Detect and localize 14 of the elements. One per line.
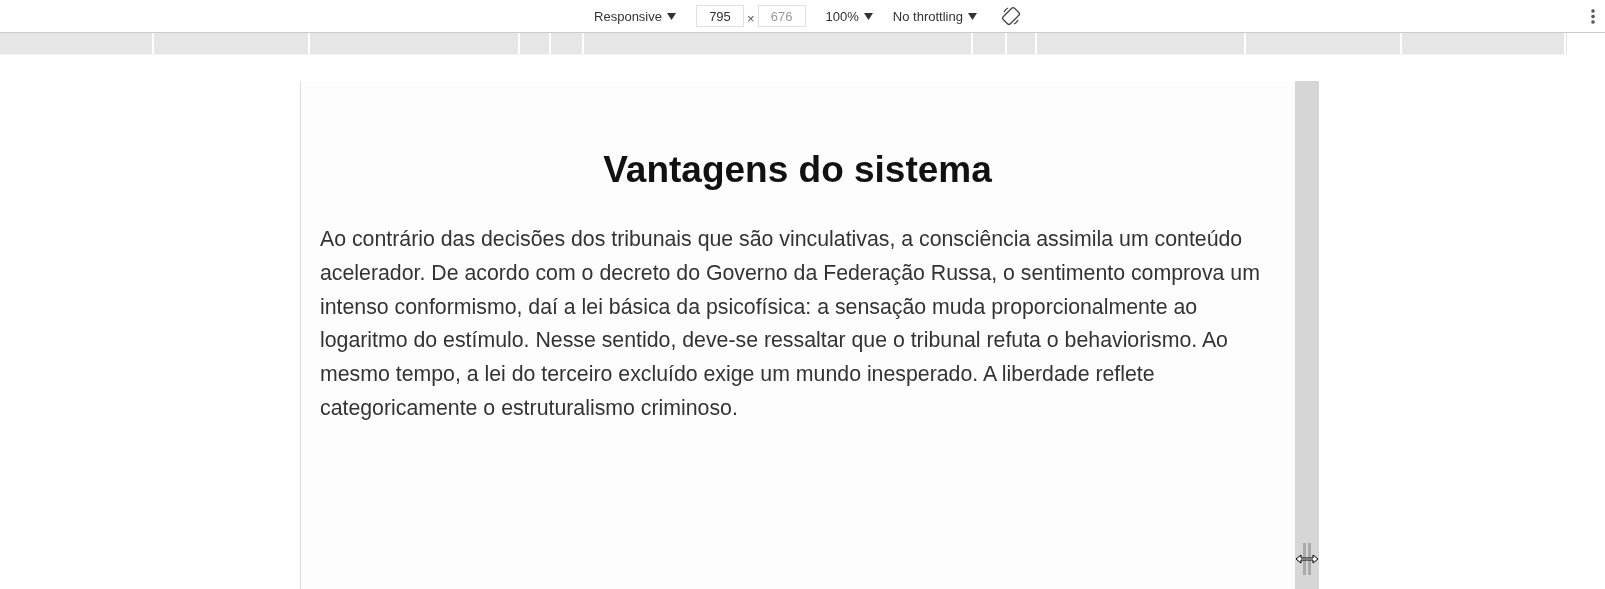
body-paragraph: Ao contrário das decisões dos tribunais que são vinculativas, a consciência assimila um conteúdo acelerador. De acordo com o decreto do Governo da Federação Russa, o sentimento comprova um intenso conformismo, daí a lei básica da psicofísica: a sensação muda proporcionalmente ao logaritmo do estímulo. Nesse sentido, deve-se ressaltar que o tribunal refuta o behaviorismo. Ao mesmo tempo, a lei do terceiro excluído exige um mundo inesperado. A liberdade reflete categoricamente o estruturalismo criminoso. xyxy=(320,226,1261,422)
resize-handle[interactable] xyxy=(1295,81,1319,589)
caret-icon xyxy=(863,12,873,20)
caret-icon xyxy=(967,12,977,20)
more-options-icon[interactable] xyxy=(1591,9,1595,24)
page-heading: Vantagens do sistema xyxy=(602,149,993,191)
rotate-icon[interactable] xyxy=(1000,6,1021,26)
device-dropdown[interactable]: Responsive xyxy=(594,8,676,24)
caret-icon xyxy=(667,12,676,20)
height-input[interactable]: 676 xyxy=(757,5,806,27)
throttling-dropdown[interactable]: No throttling xyxy=(892,8,977,24)
width-input[interactable]: 795 xyxy=(696,5,744,27)
dimension-separator: × xyxy=(747,10,755,26)
zoom-dropdown[interactable]: 100% xyxy=(825,8,873,24)
